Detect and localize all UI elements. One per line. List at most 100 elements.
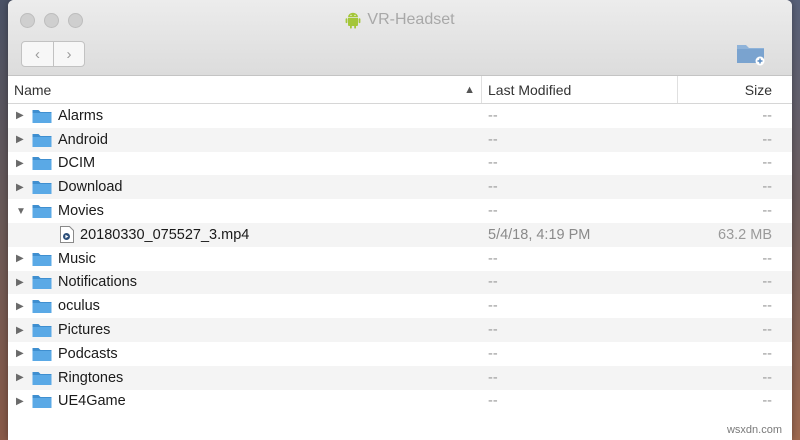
folder-name: UE4Game <box>58 393 126 410</box>
cell-last-modified: -- <box>488 298 498 315</box>
cell-name: ▶ DCIM <box>8 155 482 171</box>
cell-last-modified: -- <box>488 179 498 196</box>
cell-size: -- <box>762 250 772 267</box>
android-icon <box>346 12 361 29</box>
cell-size: -- <box>762 322 772 339</box>
folder-name: Ringtones <box>58 369 124 386</box>
folder-icon <box>32 300 52 314</box>
folder-icon <box>32 371 52 385</box>
disclosure-expanded-icon[interactable]: ▼ <box>16 206 30 217</box>
column-size[interactable]: Size <box>678 76 792 103</box>
disclosure-collapsed-icon[interactable]: ▶ <box>16 134 30 145</box>
folder-icon <box>32 395 52 409</box>
disclosure-collapsed-icon[interactable]: ▶ <box>16 325 30 336</box>
folder-icon <box>32 109 52 123</box>
window-title: VR-Headset <box>8 11 792 29</box>
cell-size: -- <box>762 393 772 410</box>
file-browser-window: VR-Headset ‹ › Name ▲ Last Modified Size… <box>8 0 792 440</box>
cell-size: -- <box>762 274 772 291</box>
video-file-icon <box>60 226 74 244</box>
folder-icon <box>32 157 52 171</box>
sort-ascending-icon: ▲ <box>464 83 475 96</box>
cell-name: ▶ Alarms <box>8 108 482 124</box>
disclosure-collapsed-icon[interactable]: ▶ <box>16 277 30 288</box>
titlebar: VR-Headset ‹ › <box>8 0 792 76</box>
cell-last-modified: 5/4/18, 4:19 PM <box>488 226 591 243</box>
cell-name: ▶ Android <box>8 132 482 148</box>
table-row[interactable]: ▶ Notifications -- -- <box>8 270 792 295</box>
cell-name: ▼ Movies <box>8 203 482 219</box>
disclosure-collapsed-icon[interactable]: ▶ <box>16 348 30 359</box>
file-name: 20180330_075527_3.mp4 <box>80 226 250 243</box>
folder-icon <box>32 276 52 290</box>
table-row[interactable]: ▶ Podcasts -- -- <box>8 342 792 366</box>
cell-last-modified: -- <box>488 369 498 386</box>
table-row[interactable]: ▶ Download -- -- <box>8 175 792 200</box>
cell-name: ▶ UE4Game <box>8 393 482 409</box>
cell-name: ▶ Music <box>8 251 482 267</box>
file-list: ▶ Alarms -- -- ▶ Android -- -- ▶ DCIM -- -- ▶ Downloa… <box>8 104 792 413</box>
disclosure-collapsed-icon[interactable]: ▶ <box>16 110 30 121</box>
folder-name: Podcasts <box>58 345 118 362</box>
cell-size: -- <box>762 298 772 315</box>
folder-name: Download <box>58 179 123 196</box>
disclosure-collapsed-icon[interactable]: ▶ <box>16 372 30 383</box>
folder-name: Notifications <box>58 274 137 291</box>
navigation-buttons: ‹ › <box>21 41 85 67</box>
table-row[interactable]: ▶ DCIM -- -- <box>8 152 792 176</box>
table-row[interactable]: ▶ oculus -- -- <box>8 294 792 318</box>
folder-name: Android <box>58 131 108 148</box>
cell-size: -- <box>762 179 772 196</box>
folder-icon <box>32 324 52 338</box>
folder-name: DCIM <box>58 155 96 172</box>
folder-name: oculus <box>58 298 100 315</box>
table-row[interactable]: ▼ Movies -- -- <box>8 199 792 223</box>
back-button[interactable]: ‹ <box>22 42 53 66</box>
window-title-text: VR-Headset <box>367 11 455 28</box>
folder-name: Alarms <box>58 107 104 124</box>
table-row[interactable]: ▶ Pictures -- -- <box>8 318 792 342</box>
disclosure-collapsed-icon[interactable]: ▶ <box>16 158 30 169</box>
column-name-label: Name <box>14 81 52 98</box>
column-header: Name ▲ Last Modified Size <box>8 76 792 104</box>
table-row[interactable]: ▶ Alarms -- -- <box>8 104 792 128</box>
table-row[interactable]: ▶ Android -- -- <box>8 127 792 152</box>
cell-last-modified: -- <box>488 274 498 291</box>
cell-last-modified: -- <box>488 250 498 267</box>
forward-button[interactable]: › <box>53 42 84 66</box>
disclosure-collapsed-icon[interactable]: ▶ <box>16 182 30 193</box>
table-row[interactable]: ▶ Music -- -- <box>8 247 792 271</box>
folder-icon <box>32 133 52 147</box>
cell-name: ▶ Download <box>8 179 482 195</box>
cell-name: ▶ Ringtones <box>8 370 482 386</box>
cell-size: -- <box>762 131 772 148</box>
cell-size: -- <box>762 107 772 124</box>
disclosure-collapsed-icon[interactable]: ▶ <box>16 396 30 407</box>
cell-last-modified: -- <box>488 322 498 339</box>
cell-name: 20180330_075527_3.mp4 <box>8 226 482 244</box>
cell-last-modified: -- <box>488 393 498 410</box>
table-row[interactable]: ▶ Ringtones -- -- <box>8 365 792 390</box>
disclosure-collapsed-icon[interactable]: ▶ <box>16 253 30 264</box>
cell-last-modified: -- <box>488 345 498 362</box>
new-folder-icon[interactable] <box>736 40 766 66</box>
folder-icon <box>32 181 52 195</box>
folder-icon <box>32 347 52 361</box>
cell-last-modified: -- <box>488 131 498 148</box>
column-last-modified-label: Last Modified <box>488 81 572 98</box>
cell-last-modified: -- <box>488 203 498 220</box>
disclosure-collapsed-icon[interactable]: ▶ <box>16 301 30 312</box>
column-last-modified[interactable]: Last Modified <box>482 76 678 103</box>
cell-size: 63.2 MB <box>718 226 772 243</box>
folder-name: Pictures <box>58 322 111 339</box>
cell-name: ▶ Pictures <box>8 322 482 338</box>
table-row[interactable]: ▶ UE4Game -- -- <box>8 390 792 414</box>
table-row[interactable]: 20180330_075527_3.mp4 5/4/18, 4:19 PM 63.2… <box>8 222 792 247</box>
cell-name: ▶ Podcasts <box>8 346 482 362</box>
cell-name: ▶ Notifications <box>8 274 482 290</box>
cell-size: -- <box>762 203 772 220</box>
cell-last-modified: -- <box>488 155 498 172</box>
folder-name: Movies <box>58 203 104 220</box>
column-name[interactable]: Name ▲ <box>8 76 482 103</box>
cell-size: -- <box>762 345 772 362</box>
